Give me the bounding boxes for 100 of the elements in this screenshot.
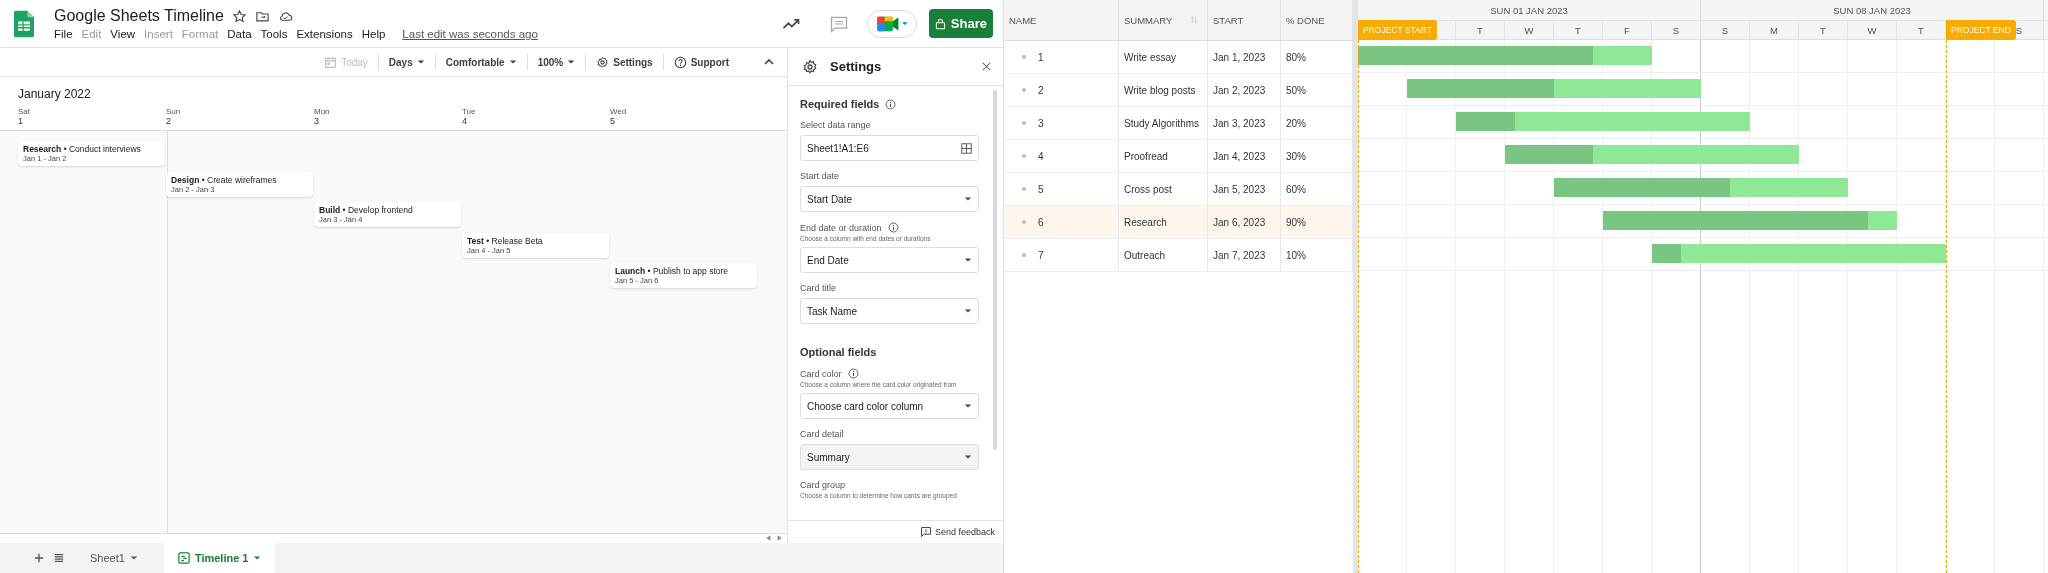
caret-icon (964, 256, 972, 264)
table-cell: Jan 5, 2023 (1213, 183, 1266, 195)
card-title: Build • Develop frontend (319, 205, 414, 215)
date-label: 3 (314, 116, 320, 126)
day-label: T (1575, 24, 1581, 36)
day-label: T (1820, 24, 1826, 36)
task-row[interactable]: 2 Write blog posts Jan 2, 2023 50% (1004, 74, 1353, 107)
project-start-flag: PROJECT START (1358, 20, 1437, 40)
close-icon[interactable] (982, 62, 991, 71)
field-label: Card title (800, 283, 836, 293)
sheet-tab[interactable]: Sheet1 (76, 543, 152, 573)
feedback-icon (919, 526, 932, 538)
menu-item[interactable]: Data (227, 28, 257, 40)
info-icon[interactable] (847, 368, 859, 379)
caret-icon (129, 554, 138, 562)
column-header[interactable]: SUMMARY (1119, 0, 1208, 40)
select-field[interactable]: Choose card color column (800, 393, 979, 419)
range-field[interactable]: Sheet1!A1:E6 (800, 135, 979, 161)
table-cell: Jan 7, 2023 (1213, 249, 1266, 261)
toolbar-button[interactable]: Support (669, 53, 733, 71)
field-label: Card color (800, 368, 842, 379)
task-row[interactable]: 3 Study Algorithms Jan 3, 2023 20% (1004, 107, 1353, 140)
card-title: Launch • Publish to app store (615, 266, 730, 276)
task-row[interactable]: 7 Outreach Jan 7, 2023 10% (1004, 239, 1353, 272)
select-field[interactable]: End Date (800, 247, 979, 273)
table-cell: Jan 3, 2023 (1213, 117, 1266, 129)
table-cell: 30% (1286, 150, 1306, 162)
info-icon[interactable] (885, 98, 897, 110)
menu-item[interactable]: Tools (260, 28, 293, 40)
grid-icon[interactable] (961, 142, 972, 154)
table-cell: 4 (1038, 150, 1044, 162)
add-sheet-icon[interactable] (34, 553, 44, 563)
document-title[interactable]: Google Sheets Timeline (54, 7, 224, 25)
table-cell: Jan 4, 2023 (1213, 150, 1266, 162)
table-cell: Proofread (1124, 150, 1168, 162)
menu-item[interactable]: File (54, 28, 78, 40)
table-cell: 60% (1286, 183, 1306, 195)
table-cell: Outreach (1124, 249, 1166, 261)
menu-item[interactable]: Help (361, 28, 391, 40)
select-field[interactable]: Start Date (800, 186, 979, 212)
feedback-button[interactable]: Send feedback (919, 526, 995, 538)
day-label: M (1770, 24, 1778, 36)
table-cell: Jan 1, 2023 (1213, 51, 1266, 63)
meet-button[interactable] (867, 9, 917, 38)
table-cell: Jan 2, 2023 (1213, 84, 1266, 96)
project-end-flag: PROJECT END (1946, 20, 2016, 40)
caret-icon (253, 554, 262, 562)
help-icon (673, 55, 687, 69)
day-label: T (1477, 24, 1483, 36)
table-cell: Write blog posts (1124, 84, 1196, 96)
month-label: January 2022 (17, 86, 92, 103)
date-label: 2 (166, 116, 172, 126)
select-field[interactable]: Task Name (800, 298, 979, 324)
field-label: Card detail (800, 429, 844, 439)
all-sheets-icon[interactable] (54, 553, 64, 563)
field-label: Select data range (800, 120, 871, 130)
day-label: S (2015, 24, 2023, 36)
caret-icon (567, 58, 576, 66)
day-label: W (1524, 24, 1534, 36)
column-header[interactable]: START (1208, 0, 1281, 40)
table-cell: 80% (1286, 51, 1306, 63)
field-label: Start date (800, 171, 840, 181)
table-cell: Research (1124, 216, 1167, 228)
menu-item[interactable]: Extensions (296, 28, 358, 40)
caret-icon (416, 58, 425, 66)
table-cell: 50% (1286, 84, 1306, 96)
day-label: S (1721, 24, 1729, 36)
weekday-label: Sat (18, 107, 31, 116)
caret-icon (964, 195, 972, 203)
share-button[interactable]: Share (929, 9, 993, 38)
day-label: S (1672, 24, 1680, 36)
task-row[interactable]: 6 Research Jan 6, 2023 90% (1004, 206, 1353, 239)
caret-icon (964, 307, 972, 315)
last-edit-link[interactable]: Last edit was seconds ago (402, 28, 538, 40)
sheets-logo-icon[interactable] (14, 9, 34, 38)
date-label: 1 (18, 116, 24, 126)
task-row[interactable]: 1 Write essay Jan 1, 2023 80% (1004, 41, 1353, 74)
menu-item[interactable]: View (110, 28, 141, 40)
toolbar-button[interactable]: Settings (592, 53, 657, 71)
star-icon[interactable] (231, 8, 247, 24)
select-field[interactable]: Summary (800, 444, 979, 470)
day-label: F (1624, 24, 1630, 36)
column-header[interactable]: NAME (1004, 0, 1119, 40)
toolbar-button[interactable]: 100% (533, 54, 580, 70)
task-row[interactable]: 4 Proofread Jan 4, 2023 30% (1004, 140, 1353, 173)
table-cell: 2 (1038, 84, 1044, 96)
caret-icon (508, 58, 517, 66)
card-title: Research • Conduct interviews (23, 144, 142, 154)
info-icon[interactable] (887, 222, 899, 233)
weekday-label: Mon (314, 107, 331, 116)
toolbar-button[interactable]: Days (384, 54, 429, 70)
toolbar-button[interactable]: Comfortable (441, 54, 521, 70)
card-title: Design • Create wireframes (171, 174, 278, 185)
panel-title: Settings (830, 59, 883, 74)
section-heading: Optional fields (800, 346, 877, 358)
timeline-icon (177, 552, 190, 564)
sheet-tab[interactable]: Timeline 1 (163, 543, 276, 573)
table-cell: 90% (1286, 216, 1306, 228)
calendar-icon (324, 55, 338, 69)
settings-icon (802, 58, 818, 75)
